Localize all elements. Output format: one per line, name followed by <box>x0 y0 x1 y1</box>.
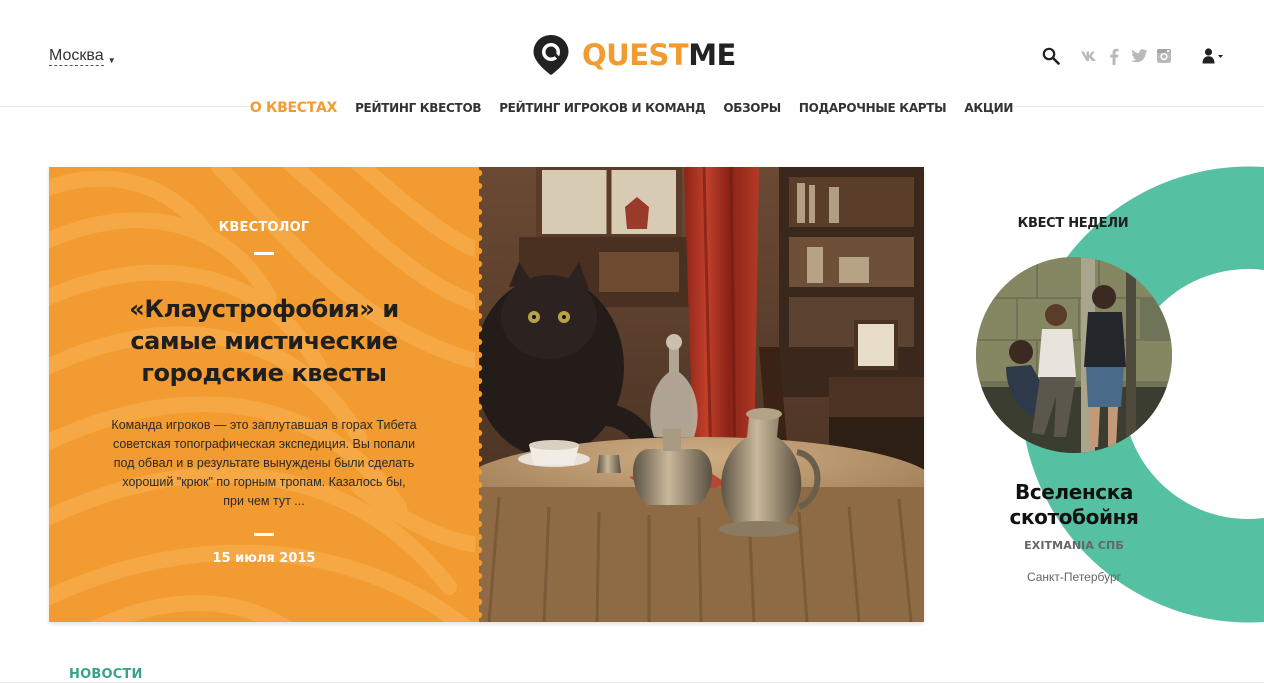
featured-article-image[interactable] <box>479 167 924 622</box>
quest-photo-image <box>976 257 1172 453</box>
logo-text-me: ME <box>688 38 736 72</box>
featured-article[interactable]: КВЕСТОЛОГ «Клаустрофобия» и самые мистич… <box>49 167 924 622</box>
instagram-icon[interactable] <box>1155 47 1173 65</box>
divider <box>254 533 274 536</box>
quest-of-week-heading: КВЕСТ НЕДЕЛИ <box>1017 216 1129 231</box>
article-title[interactable]: «Клаустрофобия» и самые мистические горо… <box>89 293 439 389</box>
featured-article-text-panel: КВЕСТОЛОГ «Клаустрофобия» и самые мистич… <box>49 167 479 622</box>
nav-item-player-rating[interactable]: РЕЙТИНГ ИГРОКОВ И КОМАНД <box>499 101 705 115</box>
user-menu[interactable] <box>1202 46 1224 66</box>
city-selector[interactable]: Москва ▼ <box>49 46 116 66</box>
quest-of-the-week[interactable]: КВЕСТ НЕДЕЛИ Вселенска скотобойня EXITMA… <box>960 160 1264 630</box>
facebook-icon[interactable] <box>1105 47 1123 65</box>
map-pin-icon <box>533 35 569 75</box>
article-excerpt: Команда игроков — это заплутавшая в гора… <box>111 418 417 508</box>
quest-organizer[interactable]: EXITMANIA СПБ <box>980 539 1168 552</box>
nav-item-quest-rating[interactable]: РЕЙТИНГ КВЕСТОВ <box>355 101 481 115</box>
quest-city: Санкт-Петербург <box>1026 570 1122 584</box>
room-scene-image <box>479 167 924 622</box>
site-logo[interactable]: QUESTME <box>532 34 736 76</box>
user-icon <box>1202 48 1223 64</box>
twitter-icon[interactable] <box>1130 47 1148 65</box>
article-category[interactable]: КВЕСТОЛОГ <box>49 220 479 235</box>
nav-item-gift-cards[interactable]: ПОДАРОЧНЫЕ КАРТЫ <box>799 101 947 115</box>
quest-name[interactable]: Вселенска скотобойня <box>970 480 1178 530</box>
header-tools <box>1041 46 1224 66</box>
quest-photo[interactable] <box>976 257 1172 453</box>
search-icon[interactable] <box>1041 46 1061 66</box>
main-nav: О КВЕСТАХ РЕЙТИНГ КВЕСТОВ РЕЙТИНГ ИГРОКО… <box>250 98 1013 118</box>
news-heading[interactable]: НОВОСТИ <box>69 667 143 682</box>
nav-item-reviews[interactable]: ОБЗОРЫ <box>723 101 781 115</box>
chevron-down-icon: ▼ <box>107 56 116 65</box>
vk-icon[interactable] <box>1080 47 1098 65</box>
divider <box>254 252 274 255</box>
article-date: 15 июля 2015 <box>212 551 316 566</box>
nav-item-about-quests[interactable]: О КВЕСТАХ <box>250 100 338 116</box>
logo-text-quest: QUEST <box>582 38 689 72</box>
nav-item-promotions[interactable]: АКЦИИ <box>964 101 1013 115</box>
perforated-edge <box>475 167 483 622</box>
city-name: Москва <box>49 47 104 64</box>
